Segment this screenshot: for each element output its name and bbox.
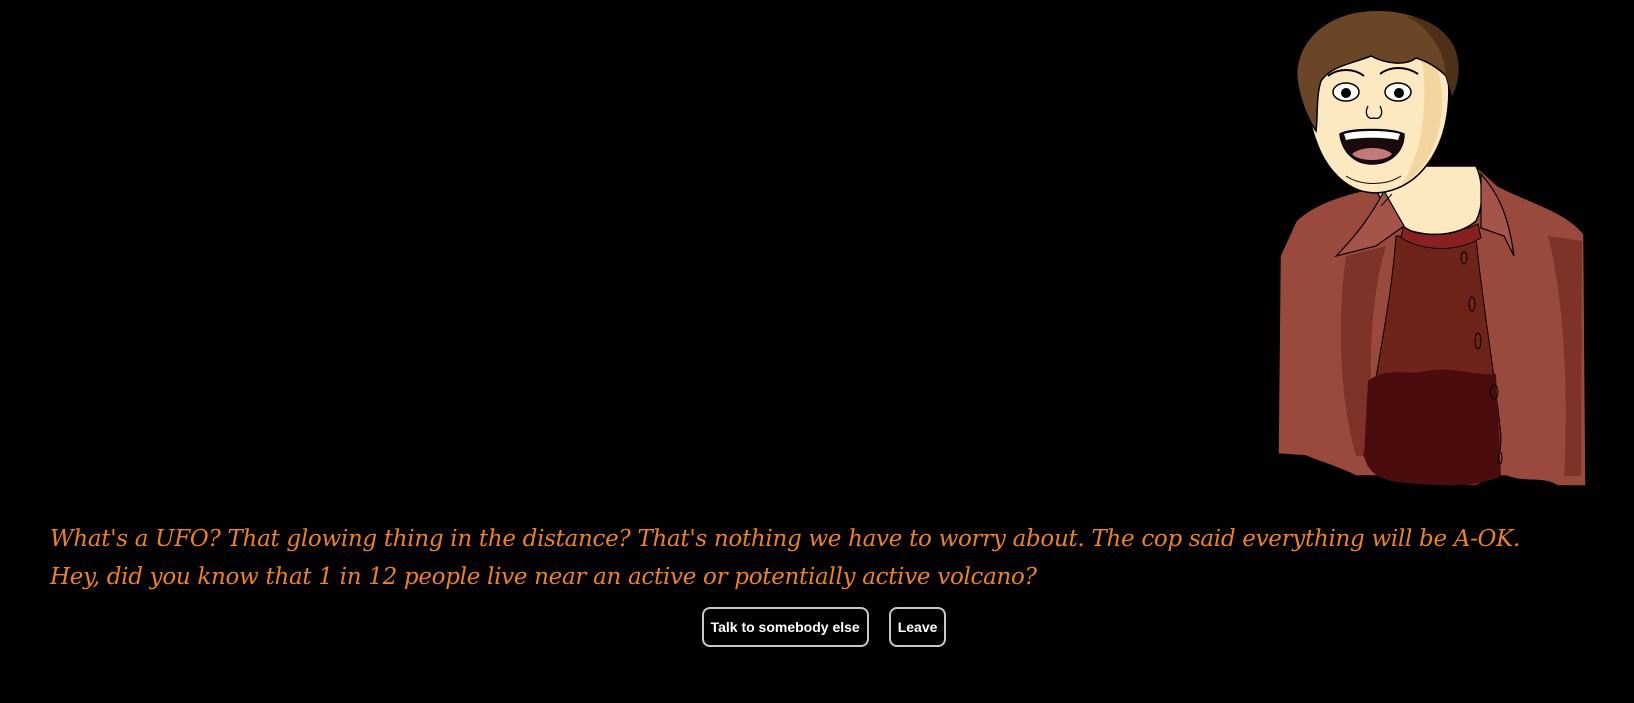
dialogue-line-1: What's a UFO? That glowing thing in the … (50, 526, 1521, 552)
character-portrait (1277, 9, 1586, 487)
dialogue-line-2: Hey, did you know that 1 in 12 people li… (50, 564, 1037, 590)
leave-button[interactable]: Leave (888, 607, 947, 647)
dialogue-text: What's a UFO? That glowing thing in the … (50, 520, 1521, 596)
talk-to-somebody-else-button[interactable]: Talk to somebody else (701, 607, 869, 647)
dialogue-choices: Talk to somebody else Leave (0, 607, 1634, 647)
game-scene: What's a UFO? That glowing thing in the … (0, 0, 1634, 703)
